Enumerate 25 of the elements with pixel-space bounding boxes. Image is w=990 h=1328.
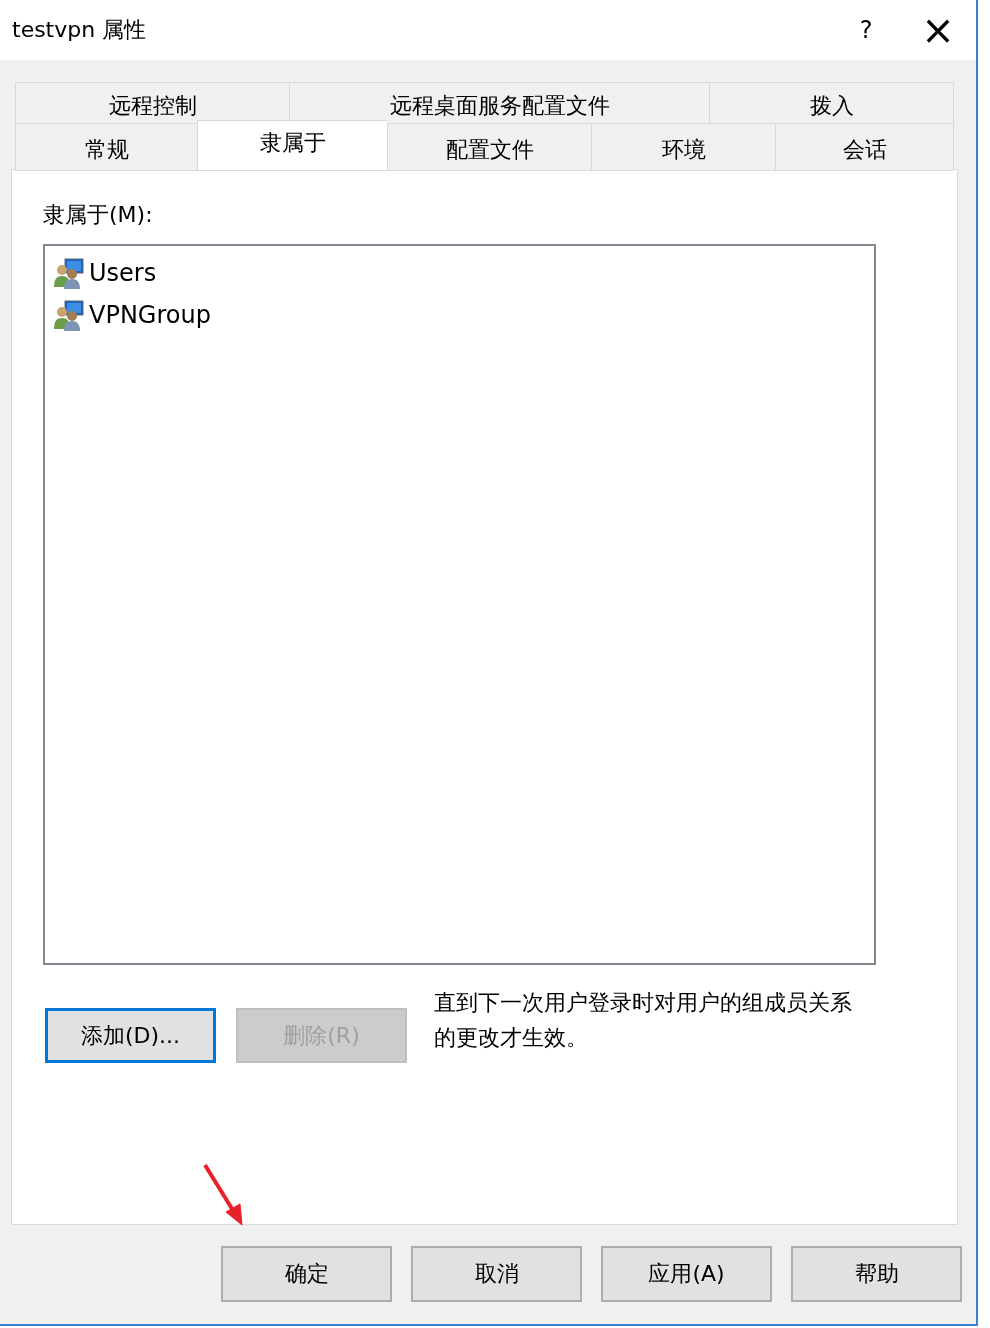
tab[interactable]: 隶属于: [197, 120, 387, 171]
tab[interactable]: 环境: [591, 124, 775, 171]
cancel-button[interactable]: 取消: [411, 1246, 582, 1302]
tab[interactable]: 常规: [15, 124, 197, 171]
list-item[interactable]: VPNGroup: [53, 294, 215, 336]
user-group-icon: [53, 257, 85, 289]
group-name: Users: [89, 259, 157, 287]
help-button[interactable]: 帮助: [791, 1246, 962, 1302]
user-group-icon: [53, 299, 85, 331]
tab[interactable]: 会话: [775, 124, 954, 171]
window-title: testvpn 属性: [12, 16, 148, 44]
ok-button[interactable]: 确定: [221, 1246, 392, 1302]
help-button[interactable]: ?: [846, 16, 886, 44]
tab[interactable]: 配置文件: [387, 124, 591, 171]
tab[interactable]: 远程桌面服务配置文件: [289, 82, 709, 124]
list-item[interactable]: Users: [53, 252, 161, 294]
close-button[interactable]: ×: [914, 10, 962, 50]
group-name: VPNGroup: [89, 301, 211, 329]
add-button[interactable]: 添加(D)...: [45, 1008, 216, 1063]
apply-button[interactable]: 应用(A): [601, 1246, 772, 1302]
tab[interactable]: 远程控制: [15, 82, 289, 124]
info-text: 直到下一次用户登录时对用户的组成员关系的更改才生效。: [434, 989, 853, 1052]
list-label: 隶属于(M):: [43, 201, 153, 229]
tab[interactable]: 拨入: [709, 82, 954, 124]
group-list[interactable]: Users VPNGroup: [43, 244, 876, 965]
